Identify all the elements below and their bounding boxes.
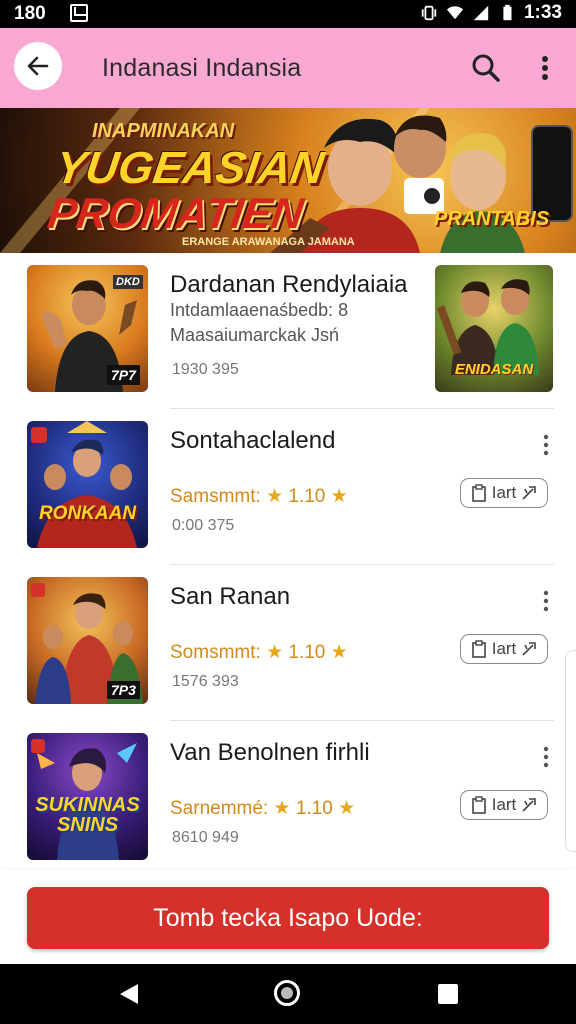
thumb-badge: DKD — [113, 275, 143, 289]
rating-value: 1.10 — [288, 486, 326, 507]
app-rating: Somsmmt: ★ 1.10 ★ — [170, 641, 348, 664]
sparkle-icon — [522, 642, 537, 656]
primary-cta-button[interactable]: Tomb tecka Isapo Uode: — [27, 887, 549, 949]
page-title: Indanasi Indansia — [102, 54, 302, 82]
scroll-indicator[interactable] — [565, 650, 576, 852]
back-button[interactable] — [14, 42, 62, 90]
install-button[interactable]: Iart — [460, 478, 548, 508]
promo-banner[interactable]: INAPMINAKAN YUGEASIAN PROMATIEN ERANGE A… — [0, 108, 576, 253]
clipboard-icon — [471, 796, 486, 814]
thumb-badge — [31, 739, 45, 753]
star-icon: ★ — [266, 486, 284, 507]
clipboard-icon — [471, 640, 486, 658]
install-button[interactable]: Iart — [460, 790, 548, 820]
vibrate-icon — [421, 5, 437, 21]
list-item[interactable]: 7P3 San Ranan Somsmmt: ★ 1.10 ★ 1576 393… — [0, 565, 576, 721]
app-meta: 1930 395 — [172, 361, 239, 378]
install-button[interactable]: Iart — [460, 634, 548, 664]
search-icon[interactable] — [470, 52, 502, 84]
banner-heading-2: YUGEASIAN — [52, 142, 328, 193]
rating-label: Sarnemmé: — [170, 798, 269, 819]
app-name: Van Benolnen firhli — [170, 739, 370, 766]
app-bar: Indanasi Indansia — [0, 28, 576, 108]
rating-value: 1.10 — [295, 798, 333, 819]
app-name: Dardanan Rendylaiaia — [170, 271, 408, 298]
list-item[interactable]: DKD 7P7 Dardanan Rendylaiaia Intdamlaaen… — [0, 253, 576, 409]
battery-icon — [503, 4, 512, 21]
app-thumbnail: 7P3 — [27, 577, 148, 704]
more-vert-icon[interactable] — [540, 589, 552, 613]
star-icon: ★ — [266, 642, 284, 663]
app-name: Sontahaclalend — [170, 427, 336, 454]
system-nav-bar — [0, 964, 576, 1024]
nav-back-icon[interactable] — [118, 982, 140, 1006]
mail-notification-icon — [70, 4, 88, 22]
thumb-tag: 7P3 — [107, 681, 140, 699]
star-icon: ★ — [330, 486, 348, 507]
thumb-tag: RONKAAN — [38, 503, 137, 524]
sparkle-icon — [522, 798, 537, 812]
app-meta: 8610 949 — [172, 829, 239, 846]
app-rating: Samsmmt: ★ 1.10 ★ — [170, 485, 348, 508]
more-vert-icon[interactable] — [533, 52, 557, 84]
more-vert-icon[interactable] — [540, 433, 552, 457]
list-item[interactable]: SUKINNAS SNINS Van Benolnen firhli Sarne… — [0, 721, 576, 877]
clipboard-icon — [471, 484, 486, 502]
app-meta: 1576 393 — [172, 673, 239, 690]
rating-label: Samsmmt: — [170, 486, 261, 507]
status-bar: 180 1:33 — [0, 0, 576, 28]
rating-label: Somsmmt: — [170, 642, 261, 663]
app-meta: 0:00 375 — [172, 517, 235, 534]
thumb-badge — [31, 427, 47, 443]
app-thumbnail: SUKINNAS SNINS — [27, 733, 148, 860]
banner-caption: ERANGE ARAWANAGA JAMANA — [182, 236, 355, 248]
install-button-label: Iart — [491, 639, 517, 658]
banner-side-text: PRANTABIS — [434, 208, 550, 230]
wifi-icon — [446, 6, 464, 20]
list-item[interactable]: RONKAAN Sontahaclalend Samsmmt: ★ 1.10 ★… — [0, 409, 576, 565]
signal-icon — [473, 5, 489, 21]
app-name: San Ranan — [170, 583, 291, 610]
arrow-left-icon — [27, 56, 49, 76]
status-time-right: 1:33 — [523, 2, 562, 23]
app-rating: Sarnemmé: ★ 1.10 ★ — [170, 797, 355, 820]
side-image-label: ENIDASAN — [454, 361, 534, 378]
install-button-label: Iart — [491, 483, 517, 502]
system-icons: 1:33 — [420, 2, 562, 24]
nav-recents-icon[interactable] — [438, 984, 458, 1004]
thumb-tag: SUKINNAS SNINS — [35, 794, 140, 836]
more-vert-icon[interactable] — [540, 745, 552, 769]
thumb-badge — [31, 583, 45, 597]
install-button-label: Iart — [491, 795, 517, 814]
app-description-2: Maasaiumarckak Jsń — [170, 325, 340, 345]
thumb-tag: 7P7 — [107, 365, 140, 385]
nav-home-icon[interactable] — [274, 980, 300, 1006]
app-thumbnail: DKD 7P7 — [27, 265, 148, 392]
sparkle-icon — [522, 486, 537, 500]
star-icon: ★ — [330, 642, 348, 663]
star-icon: ★ — [338, 798, 356, 819]
star-icon: ★ — [273, 798, 291, 819]
banner-heading-1: INAPMINAKAN — [92, 120, 235, 142]
status-time-left: 180 — [14, 3, 46, 24]
promo-side-image[interactable]: ENIDASAN — [435, 265, 553, 392]
app-description-1: Intdamlaaenaśbedb: 8 — [170, 300, 349, 320]
banner-heading-3: PROMATIEN — [44, 190, 307, 238]
app-thumbnail: RONKAAN — [27, 421, 148, 548]
rating-value: 1.10 — [288, 642, 326, 663]
